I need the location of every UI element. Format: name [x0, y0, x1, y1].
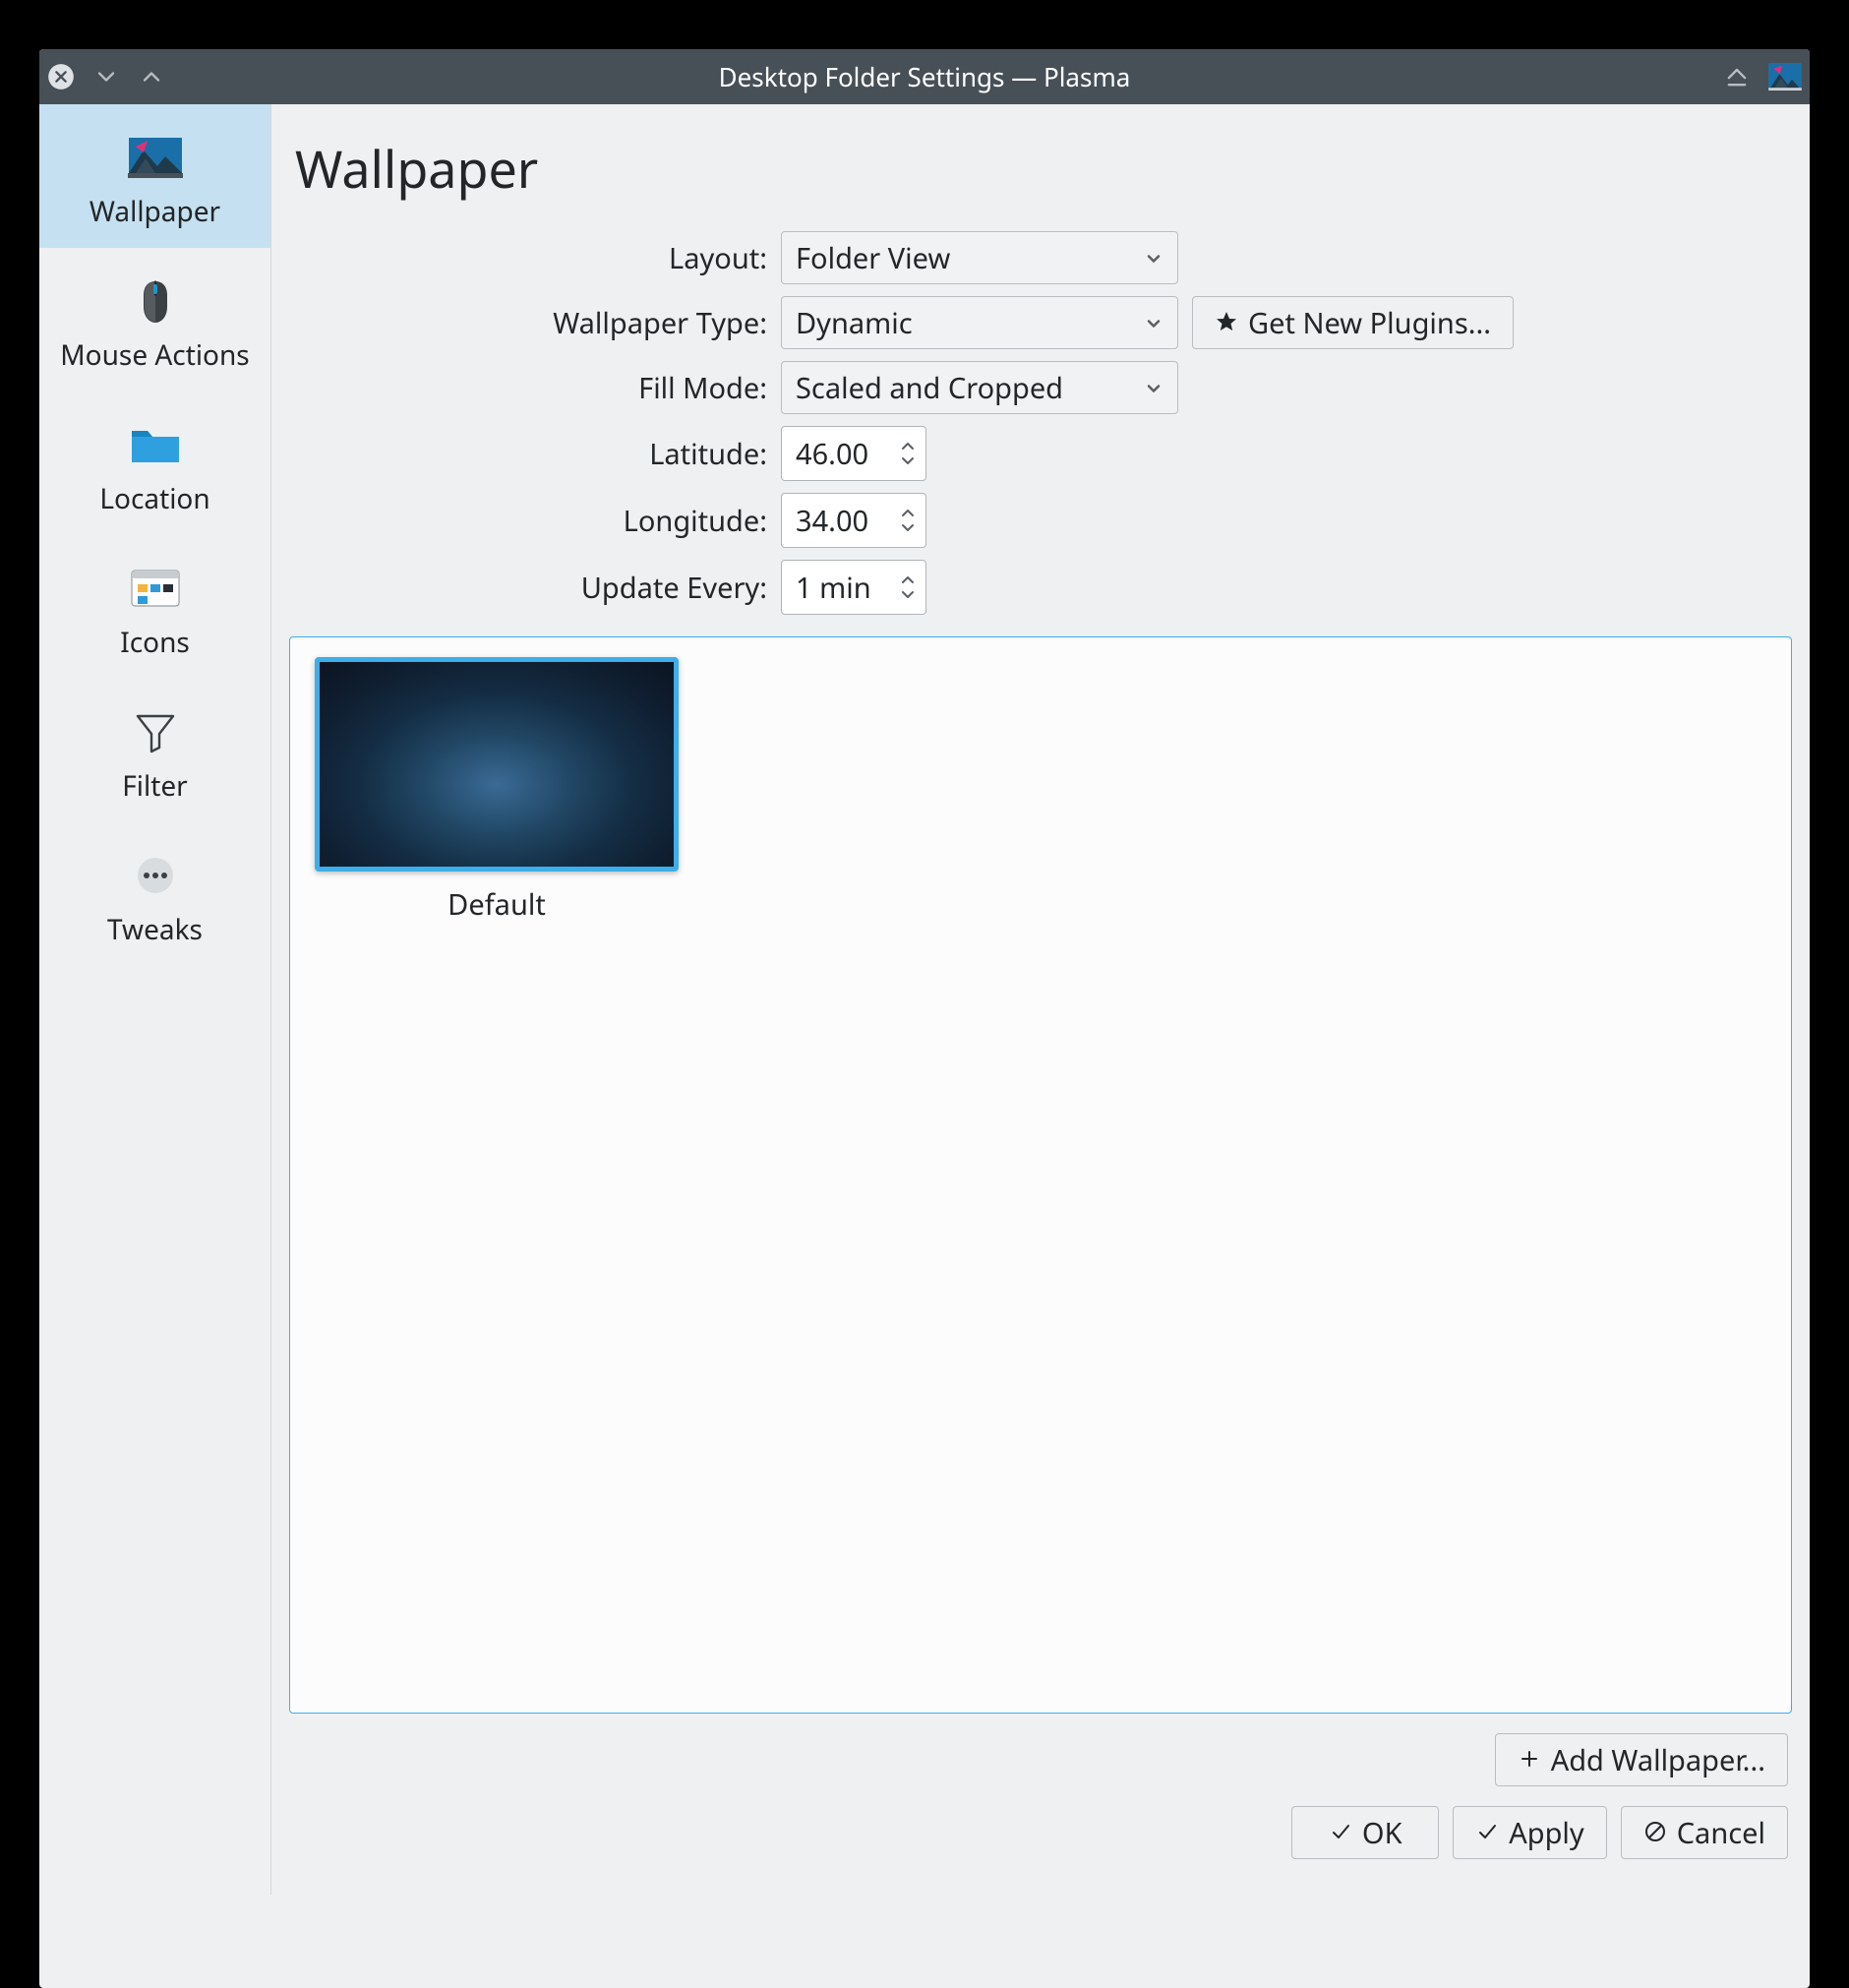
chevron-down-icon — [1144, 239, 1163, 277]
dialog-footer: OK Apply Cancel — [289, 1786, 1792, 1877]
plus-icon — [1518, 1741, 1541, 1779]
sidebar-item-location[interactable]: Location — [39, 392, 270, 535]
cancel-icon — [1643, 1814, 1667, 1852]
sidebar-item-label: Filter — [122, 767, 187, 805]
longitude-spin[interactable]: 34.00 — [781, 493, 926, 548]
cancel-button[interactable]: Cancel — [1621, 1806, 1788, 1859]
sidebar-item-label: Icons — [120, 624, 190, 661]
latitude-value: 46.00 — [782, 435, 890, 473]
wallpaper-gallery[interactable]: Default — [289, 636, 1792, 1714]
longitude-label: Longitude: — [295, 502, 767, 540]
add-wallpaper-button[interactable]: Add Wallpaper... — [1495, 1733, 1788, 1786]
sidebar-item-tweaks[interactable]: Tweaks — [39, 822, 270, 966]
layout-label: Layout: — [295, 239, 767, 277]
window-title: Desktop Folder Settings — Plasma — [39, 59, 1810, 94]
sidebar-item-filter[interactable]: Filter — [39, 679, 270, 822]
apply-label: Apply — [1509, 1814, 1583, 1852]
sidebar-item-label: Mouse Actions — [60, 336, 249, 374]
get-plugins-label: Get New Plugins... — [1248, 304, 1491, 342]
mouse-icon — [124, 275, 187, 327]
titlebar: Desktop Folder Settings — Plasma — [39, 49, 1810, 104]
wallpaper-type-select[interactable]: Dynamic — [781, 296, 1178, 349]
wallpaper-icon — [124, 132, 187, 183]
settings-window: Desktop Folder Settings — Plasma — [39, 49, 1810, 1988]
wallpaper-thumb-label: Default — [447, 885, 546, 924]
main-panel: Wallpaper Layout: Folder View Wallpaper … — [271, 104, 1810, 1895]
sidebar-item-label: Location — [99, 480, 209, 517]
add-wallpaper-label: Add Wallpaper... — [1551, 1741, 1765, 1779]
update-every-spin[interactable]: 1 min — [781, 560, 926, 615]
layout-value: Folder View — [796, 239, 950, 277]
sidebar-item-label: Wallpaper — [89, 193, 220, 230]
spinner-down-icon[interactable] — [900, 588, 916, 600]
settings-form: Layout: Folder View Wallpaper Type: Dyna… — [289, 231, 1792, 615]
spinner-down-icon[interactable] — [900, 454, 916, 466]
content: Wallpaper Mouse Actions — [39, 104, 1810, 1895]
update-every-label: Update Every: — [295, 569, 767, 607]
app-icon — [1768, 63, 1802, 90]
sidebar-item-icons[interactable]: Icons — [39, 535, 270, 679]
maximize-icon[interactable] — [138, 63, 165, 90]
sidebar-item-wallpaper[interactable]: Wallpaper — [39, 104, 270, 248]
close-icon[interactable] — [47, 63, 75, 90]
chevron-down-icon — [1144, 369, 1163, 407]
sidebar-item-label: Tweaks — [107, 911, 203, 948]
ok-label: OK — [1362, 1814, 1402, 1852]
folder-icon — [124, 419, 187, 470]
spinner-up-icon[interactable] — [900, 508, 916, 519]
wallpaper-thumb-default[interactable]: Default — [310, 657, 684, 924]
page-title: Wallpaper — [289, 134, 1792, 204]
star-icon — [1215, 304, 1238, 342]
icons-icon — [124, 563, 187, 614]
wallpaper-preview — [315, 657, 679, 872]
tweaks-icon — [124, 850, 187, 901]
spinner-up-icon[interactable] — [900, 441, 916, 452]
latitude-spin[interactable]: 46.00 — [781, 426, 926, 481]
apply-button[interactable]: Apply — [1453, 1806, 1606, 1859]
check-icon — [1329, 1814, 1352, 1852]
wallpaper-type-value: Dynamic — [796, 304, 913, 342]
chevron-down-icon — [1144, 304, 1163, 342]
fill-mode-label: Fill Mode: — [295, 369, 767, 407]
keep-above-icon[interactable] — [1723, 63, 1751, 90]
latitude-label: Latitude: — [295, 435, 767, 473]
fill-mode-value: Scaled and Cropped — [796, 369, 1063, 407]
minimize-icon[interactable] — [92, 63, 120, 90]
wallpaper-type-label: Wallpaper Type: — [295, 304, 767, 342]
update-every-value: 1 min — [782, 569, 890, 607]
check-icon — [1475, 1814, 1499, 1852]
longitude-value: 34.00 — [782, 502, 890, 540]
layout-select[interactable]: Folder View — [781, 231, 1178, 284]
spinner-up-icon[interactable] — [900, 574, 916, 586]
spinner-down-icon[interactable] — [900, 521, 916, 533]
get-new-plugins-button[interactable]: Get New Plugins... — [1192, 296, 1514, 349]
funnel-icon — [124, 706, 187, 757]
ok-button[interactable]: OK — [1291, 1806, 1439, 1859]
sidebar: Wallpaper Mouse Actions — [39, 104, 271, 1895]
cancel-label: Cancel — [1677, 1814, 1765, 1852]
sidebar-item-mouse-actions[interactable]: Mouse Actions — [39, 248, 270, 392]
fill-mode-select[interactable]: Scaled and Cropped — [781, 361, 1178, 414]
